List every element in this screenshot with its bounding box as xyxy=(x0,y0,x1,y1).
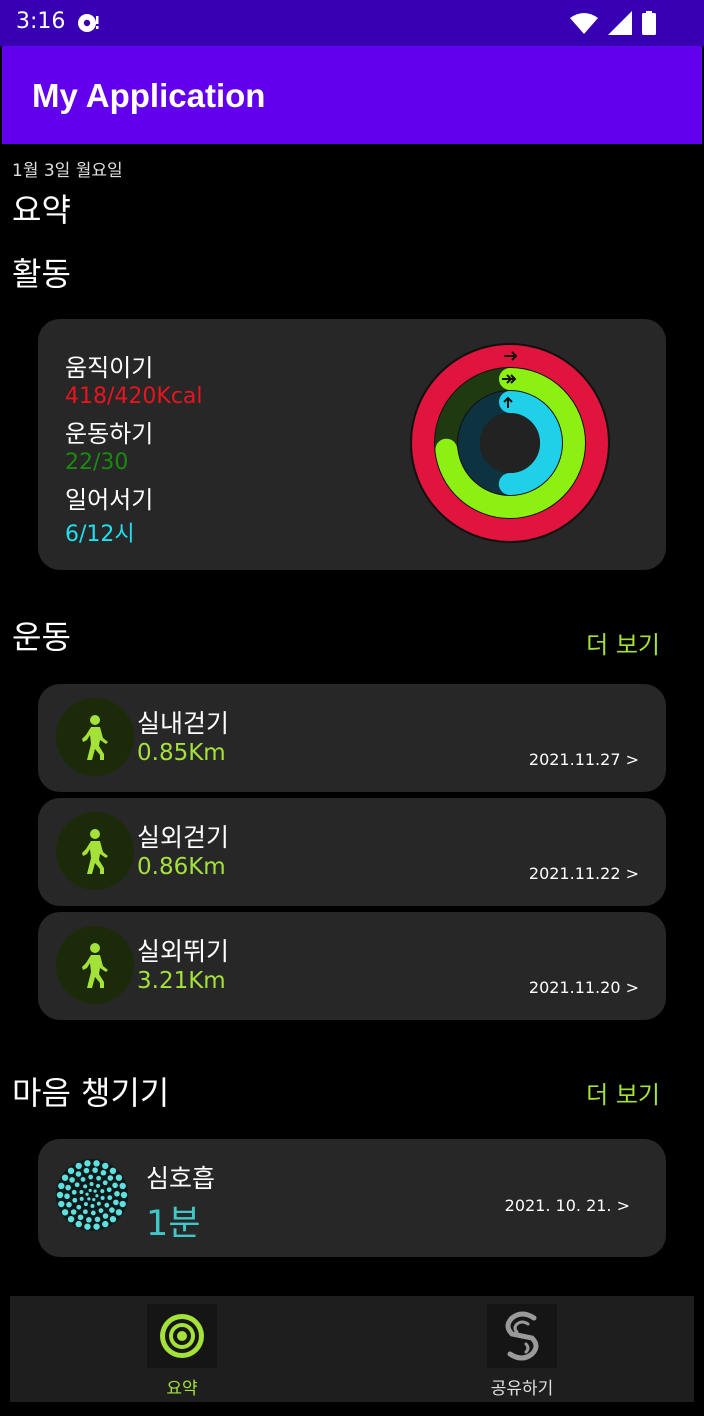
nav-label-summary: 요약 xyxy=(166,1379,198,1399)
walking-icon xyxy=(56,812,134,890)
stand-value: 6/12시 xyxy=(65,522,135,547)
nav-item-sharing[interactable]: 공유하기 xyxy=(467,1304,577,1399)
app-bar: My Application xyxy=(2,46,702,144)
workout-date: 2021.11.27 > xyxy=(528,750,639,769)
workout-date: 2021.11.20 > xyxy=(528,978,639,997)
status-bar: 3:16 xyxy=(0,0,704,46)
mindfulness-more-link[interactable]: 더 보기 xyxy=(586,1075,660,1110)
notification-icon xyxy=(76,12,102,38)
date-label: 1월 3일 월요일 xyxy=(12,161,123,181)
stand-label: 일어서기 xyxy=(65,486,154,514)
workouts-more-link[interactable]: 더 보기 xyxy=(586,625,660,660)
running-icon xyxy=(56,926,134,1004)
activity-card[interactable]: 움직이기 418/420Kcal 운동하기 22/30 일어서기 6/12시 xyxy=(38,319,666,570)
battery-icon xyxy=(642,11,656,39)
activity-rings xyxy=(410,343,610,543)
sharing-icon xyxy=(487,1304,557,1368)
breathe-icon xyxy=(56,1159,128,1231)
signal-icon xyxy=(608,11,632,39)
walking-icon xyxy=(56,698,134,776)
mindfulness-name: 심호흡 xyxy=(146,1164,216,1193)
workout-card[interactable]: 실외뛰기 3.21Km 2021.11.20 > xyxy=(38,912,666,1020)
app-title: My Application xyxy=(32,77,266,114)
exercise-value: 22/30 xyxy=(65,450,129,475)
workout-card[interactable]: 실외걷기 0.86Km 2021.11.22 > xyxy=(38,798,666,906)
summary-title: 요약 xyxy=(12,191,71,229)
activity-rings-icon xyxy=(147,1304,217,1368)
bottom-nav: 요약 공유하기 xyxy=(10,1296,694,1402)
wifi-icon xyxy=(570,12,598,38)
nav-label-sharing: 공유하기 xyxy=(490,1379,554,1399)
workout-distance: 0.85Km xyxy=(137,740,226,766)
workout-distance: 3.21Km xyxy=(137,968,226,994)
mindfulness-value: 1분 xyxy=(146,1204,201,1244)
nav-item-summary[interactable]: 요약 xyxy=(127,1304,237,1399)
exercise-label: 운동하기 xyxy=(65,420,154,448)
workout-name: 실외뛰기 xyxy=(137,937,230,966)
workout-name: 실외걷기 xyxy=(137,823,230,852)
move-label: 움직이기 xyxy=(65,354,154,382)
workout-distance: 0.86Km xyxy=(137,854,226,880)
mindfulness-date: 2021. 10. 21. > xyxy=(504,1196,630,1215)
mindfulness-card[interactable]: 심호흡 1분 2021. 10. 21. > xyxy=(38,1139,666,1257)
mindfulness-title: 마음 챙기기 xyxy=(12,1074,170,1112)
status-time: 3:16 xyxy=(16,9,66,34)
activity-title: 활동 xyxy=(12,255,71,293)
workout-name: 실내걷기 xyxy=(137,709,230,738)
workouts-title: 운동 xyxy=(12,618,71,656)
workout-card[interactable]: 실내걷기 0.85Km 2021.11.27 > xyxy=(38,684,666,792)
workout-date: 2021.11.22 > xyxy=(528,864,639,883)
move-value: 418/420Kcal xyxy=(65,384,203,409)
